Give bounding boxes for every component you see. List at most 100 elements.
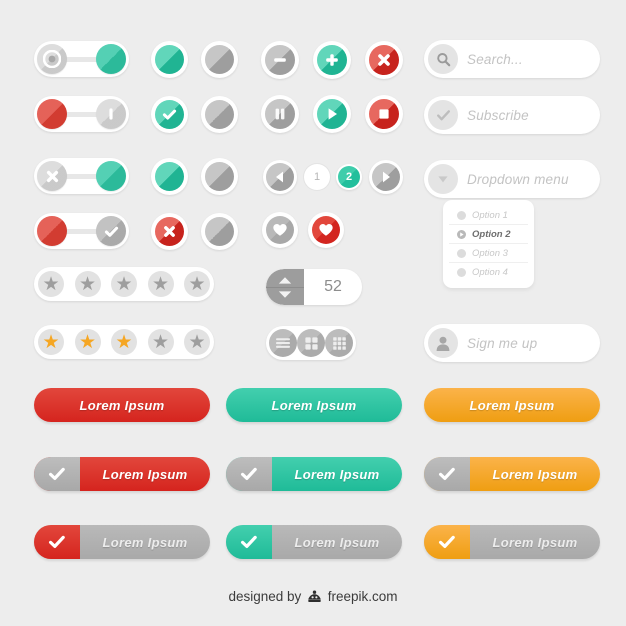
lorem-button-orange-plain[interactable]: Lorem Ipsum (424, 388, 600, 422)
check-icon (162, 109, 177, 120)
view-switch[interactable] (266, 326, 356, 360)
pause-button[interactable] (261, 95, 299, 133)
next-arrow-icon (383, 171, 390, 183)
dropdown-option-2[interactable]: Option 2 (449, 225, 528, 244)
stepper-arrows[interactable] (266, 269, 304, 305)
circle-blank-teal[interactable] (151, 41, 188, 78)
footer-prefix: designed by (228, 589, 302, 604)
stop-button[interactable] (365, 95, 403, 133)
stepper-value[interactable]: 52 (304, 269, 362, 305)
option-bullet-icon (457, 248, 466, 258)
footer-credit: designed by freepik.com (0, 589, 626, 604)
pagination-page-2[interactable]: 2 (336, 164, 362, 190)
dropdown-option-1[interactable]: Option 1 (449, 206, 528, 225)
checkbox-toggle[interactable] (226, 525, 272, 559)
checkbox-toggle[interactable] (226, 457, 272, 491)
pagination-next[interactable] (369, 160, 403, 194)
heart-button-active[interactable] (308, 212, 344, 248)
star-icon: ★ (151, 331, 170, 353)
checkbox-toggle[interactable] (424, 457, 470, 491)
lorem-button-red-plain[interactable]: Lorem Ipsum (34, 388, 210, 422)
chevron-down-icon-badge[interactable] (428, 164, 458, 194)
close-button[interactable] (365, 41, 403, 79)
star-rating-three[interactable]: ★ ★ ★ ★ ★ (34, 325, 214, 359)
view-list-icon[interactable] (269, 329, 297, 357)
search-field[interactable]: Search... (424, 40, 600, 78)
play-button[interactable] (313, 95, 351, 133)
star-item[interactable]: ★ (184, 271, 210, 297)
plus-button[interactable] (313, 41, 351, 79)
star-rating-empty[interactable]: ★ ★ ★ ★ ★ (34, 267, 214, 301)
heart-icon (273, 223, 287, 236)
stepper-up[interactable] (277, 276, 293, 285)
circle-close-red[interactable] (151, 213, 188, 250)
circle-blank-grey-4[interactable] (201, 213, 238, 250)
view-grid-4-icon[interactable] (297, 329, 325, 357)
star-item[interactable]: ★ (147, 271, 174, 297)
dropdown-option-3[interactable]: Option 3 (449, 244, 528, 263)
check-icon (436, 109, 450, 120)
star-item-filled[interactable]: ★ (111, 329, 137, 355)
signup-field[interactable]: Sign me up (424, 324, 600, 362)
search-icon-badge[interactable] (428, 44, 458, 74)
checkbox-toggle[interactable] (34, 457, 80, 491)
circle-blank-teal-2[interactable] (151, 158, 188, 195)
star-icon: ★ (188, 273, 206, 295)
lorem-button-teal-plain[interactable]: Lorem Ipsum (226, 388, 402, 422)
view-grid-9-icon[interactable] (325, 329, 353, 357)
dropdown-option-4[interactable]: Option 4 (449, 263, 528, 282)
close-x-icon (378, 54, 390, 66)
star-item-filled[interactable]: ★ (38, 329, 64, 355)
pagination-page-1[interactable]: 1 (304, 164, 330, 190)
toggle-knob-left[interactable] (37, 161, 67, 191)
lorem-button-teal-colorcheck[interactable]: Lorem Ipsum (226, 525, 402, 559)
lorem-button-label: Lorem Ipsum (271, 397, 357, 413)
star-item[interactable]: ★ (74, 271, 101, 297)
toggle-knob-right[interactable] (96, 161, 126, 191)
subscribe-field[interactable]: Subscribe (424, 96, 600, 134)
lorem-button-red-colorcheck[interactable]: Lorem Ipsum (34, 525, 210, 559)
quantity-stepper[interactable]: 52 (266, 269, 362, 305)
toggle-knob-right[interactable] (96, 44, 126, 74)
star-item[interactable]: ★ (147, 329, 174, 355)
plus-icon (326, 54, 338, 66)
star-item[interactable]: ★ (184, 329, 210, 355)
star-item-filled[interactable]: ★ (74, 329, 101, 355)
circle-blank-grey-3[interactable] (201, 158, 238, 195)
circle-check-teal[interactable] (151, 96, 188, 133)
circle-blank-grey-1[interactable] (201, 41, 238, 78)
star-item[interactable]: ★ (38, 271, 64, 297)
star-item[interactable]: ★ (111, 271, 137, 297)
stepper-down[interactable] (277, 290, 293, 299)
lorem-button-red-greycheck[interactable]: Lorem Ipsum (34, 457, 210, 491)
toggle-pause-off[interactable] (34, 96, 129, 132)
dropdown-option-label: Option 4 (472, 267, 508, 278)
lorem-button-label: Lorem Ipsum (102, 466, 188, 482)
lorem-button-teal-greycheck[interactable]: Lorem Ipsum (226, 457, 402, 491)
list-view-icon (276, 338, 290, 348)
minus-button[interactable] (261, 41, 299, 79)
checkbox-toggle[interactable] (34, 525, 80, 559)
toggle-knob-right[interactable] (96, 216, 126, 246)
dropdown-field[interactable]: Dropdown menu (424, 160, 600, 198)
pagination-prev[interactable] (263, 160, 297, 194)
lorem-button-orange-colorcheck[interactable]: Lorem Ipsum (424, 525, 600, 559)
lorem-button-orange-greycheck[interactable]: Lorem Ipsum (424, 457, 600, 491)
option-bullet-icon (457, 268, 466, 277)
circle-blank-grey-2[interactable] (201, 96, 238, 133)
checkbox-toggle[interactable] (424, 525, 470, 559)
toggle-knob-left[interactable] (37, 99, 67, 129)
check-icon (49, 467, 65, 480)
prev-arrow-icon (276, 171, 283, 183)
heart-button-inactive[interactable] (262, 212, 298, 248)
toggle-radio-on[interactable] (34, 41, 129, 77)
toggle-close-on[interactable] (34, 158, 129, 194)
lorem-button-label: Lorem Ipsum (102, 534, 188, 550)
toggle-check-off[interactable] (34, 213, 129, 249)
toggle-knob-left[interactable] (37, 216, 67, 246)
toggle-knob-right[interactable] (96, 99, 126, 129)
check-icon-badge[interactable] (428, 100, 458, 130)
toggle-knob-left[interactable] (37, 44, 67, 74)
close-x-icon (46, 170, 58, 182)
user-icon-badge[interactable] (428, 328, 458, 358)
